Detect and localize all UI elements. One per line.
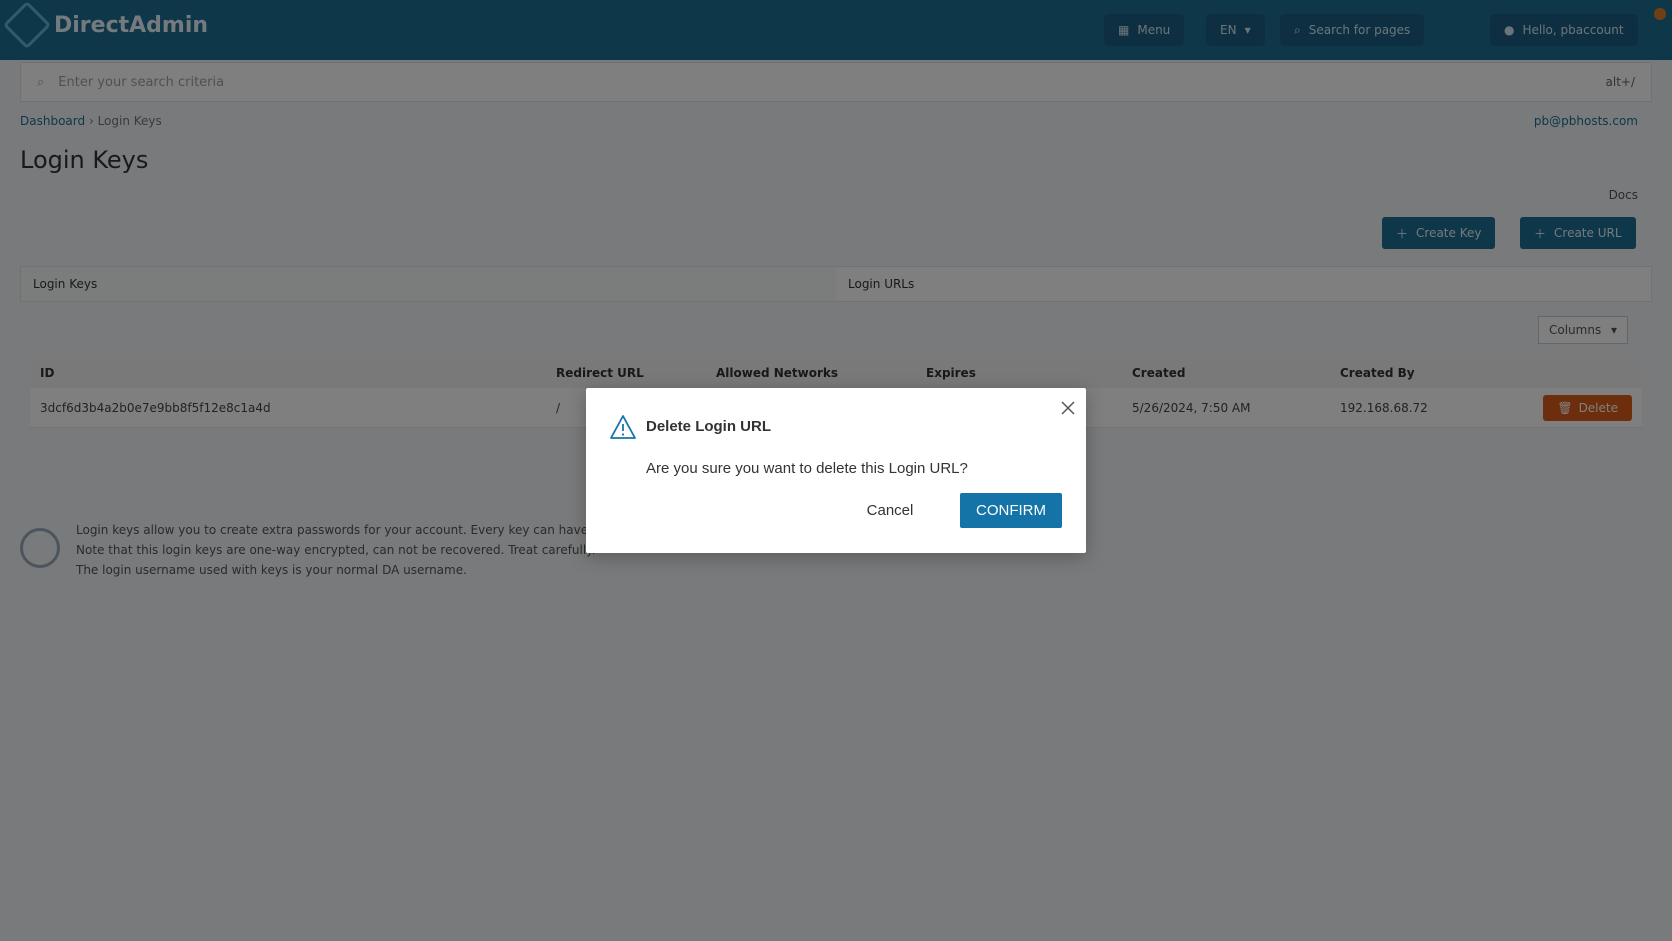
- close-icon[interactable]: [1058, 398, 1078, 418]
- confirm-button[interactable]: CONFIRM: [960, 493, 1062, 528]
- delete-login-url-dialog: Delete Login URL Are you sure you want t…: [586, 388, 1086, 553]
- cancel-button[interactable]: Cancel: [852, 493, 928, 527]
- dialog-title: Delete Login URL: [646, 418, 772, 435]
- dialog-message: Are you sure you want to delete this Log…: [646, 460, 968, 477]
- warning-icon: [610, 415, 636, 439]
